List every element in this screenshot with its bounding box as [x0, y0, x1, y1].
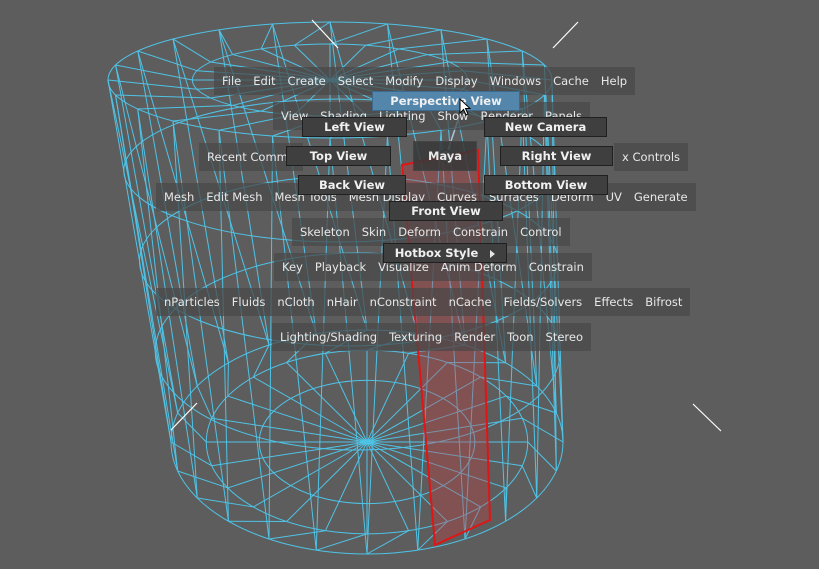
menu-edit[interactable]: Edit	[247, 67, 281, 95]
rendering-menu-toon[interactable]: Toon	[501, 323, 539, 351]
rigging-menu-deform[interactable]: Deform	[392, 218, 447, 246]
marking-menu-new-camera[interactable]: New Camera	[484, 117, 607, 137]
animation-menu-constrain[interactable]: Constrain	[523, 253, 590, 281]
hotbox-rendering-row: Lighting/Shading Texturing Render Toon Stere…	[272, 323, 592, 351]
hotbox-center-maya[interactable]: Maya	[413, 141, 477, 171]
fx-menu-nparticles[interactable]: nParticles	[158, 288, 226, 316]
marking-menu-left-view[interactable]: Left View	[302, 117, 407, 137]
marking-menu-front-view[interactable]: Front View	[389, 201, 503, 221]
rigging-menu-skeleton[interactable]: Skeleton	[294, 218, 356, 246]
rendering-menu-render[interactable]: Render	[448, 323, 501, 351]
marking-menu-right-view[interactable]: Right View	[500, 146, 613, 166]
rendering-menu-stereo[interactable]: Stereo	[540, 323, 589, 351]
hotbox-fx-row: nParticles Fluids nCloth nHair nConstraint nC…	[156, 288, 691, 316]
submenu-arrow-icon	[490, 249, 496, 258]
marking-menu-perspective-view[interactable]: Perspective View	[372, 91, 520, 111]
fx-menu-ncache[interactable]: nCache	[443, 288, 498, 316]
modeling-menu-mesh[interactable]: Mesh	[158, 183, 200, 211]
menu-cache[interactable]: Cache	[547, 67, 595, 95]
hotbox-style-label: Hotbox Style	[394, 246, 479, 260]
menu-help[interactable]: Help	[595, 67, 633, 95]
rendering-menu-lighting-shading[interactable]: Lighting/Shading	[274, 323, 383, 351]
animation-menu-key[interactable]: Key	[276, 253, 309, 281]
rigging-menu-skin[interactable]: Skin	[356, 218, 392, 246]
rigging-menu-constrain[interactable]: Constrain	[447, 218, 514, 246]
fx-menu-nhair[interactable]: nHair	[321, 288, 364, 316]
fx-menu-fluids[interactable]: Fluids	[226, 288, 272, 316]
hotbox-controls[interactable]: x Controls	[614, 143, 689, 171]
fx-menu-bifrost[interactable]: Bifrost	[639, 288, 688, 316]
fx-menu-effects[interactable]: Effects	[588, 288, 639, 316]
menu-file[interactable]: File	[216, 67, 247, 95]
animation-menu-playback[interactable]: Playback	[309, 253, 372, 281]
marking-menu-bottom-view[interactable]: Bottom View	[484, 175, 608, 195]
fx-menu-nconstraint[interactable]: nConstraint	[364, 288, 443, 316]
modeling-menu-edit-mesh[interactable]: Edit Mesh	[200, 183, 268, 211]
marking-menu-hotbox-style[interactable]: Hotbox Style	[383, 243, 507, 263]
rendering-menu-texturing[interactable]: Texturing	[383, 323, 448, 351]
marking-menu-top-view[interactable]: Top View	[286, 146, 391, 166]
rigging-menu-control[interactable]: Control	[514, 218, 568, 246]
menu-create[interactable]: Create	[282, 67, 332, 95]
fx-menu-fields-solvers[interactable]: Fields/Solvers	[498, 288, 589, 316]
hotbox-rigging-row: Skeleton Skin Deform Constrain Control	[292, 218, 570, 246]
marking-menu-back-view[interactable]: Back View	[298, 175, 406, 195]
mouse-cursor-icon	[459, 98, 472, 116]
fx-menu-ncloth[interactable]: nCloth	[271, 288, 320, 316]
modeling-menu-generate[interactable]: Generate	[628, 183, 694, 211]
